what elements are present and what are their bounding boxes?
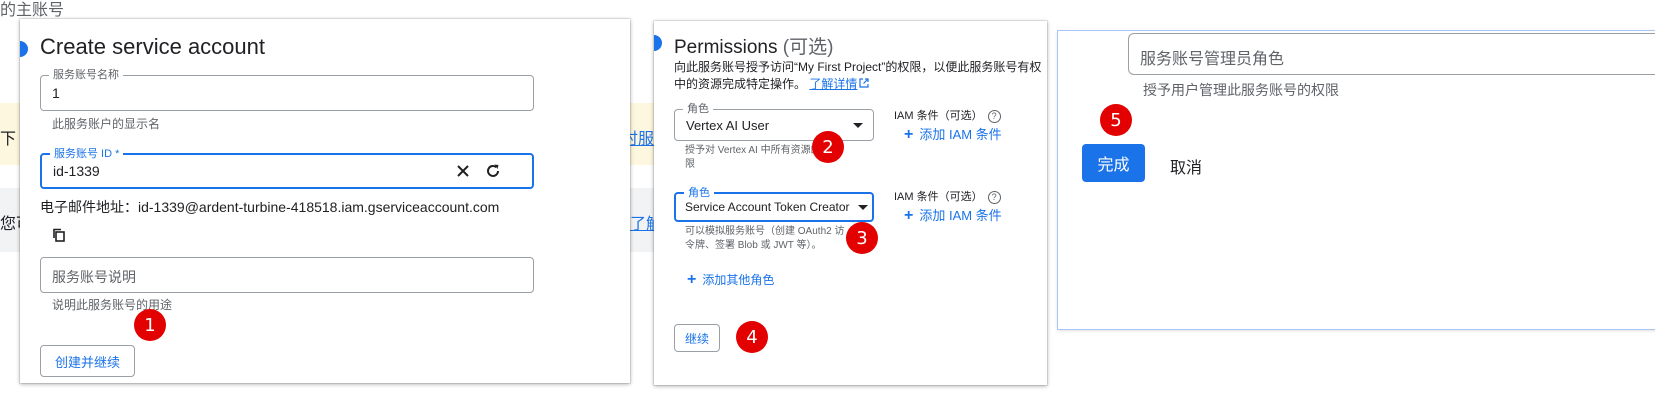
field-placeholder[interactable]: 服务账号管理员角色 [1140,45,1284,69]
email-address-line: 电子邮件地址：id-1339@ardent-turbine-418518.iam… [40,197,499,217]
field-value[interactable]: 1 [52,85,60,101]
continue-button[interactable]: 继续 [674,324,720,352]
description-line-2: 中的资源完成特定操作。 了解详情 [674,76,1047,93]
grant-user-access-panel: 服务账号管理员角色 授予用户管理此服务账号的权限 5 完成 取消 [1058,31,1655,329]
field-label: 服务账号名称 [49,68,123,82]
field-placeholder[interactable]: 服务账号说明 [52,267,136,287]
email-value: id-1339@ardent-turbine-418518.iam.gservi… [138,199,500,215]
background-page-title-fragment: 的主账号 [0,2,65,19]
chevron-down-icon[interactable] [858,205,868,210]
email-prefix: 电子邮件地址： [40,199,138,215]
external-link-icon [859,78,869,88]
description-line-1: 向此服务账号授予访问“My First Project”的权限，以便此服务账号有… [674,60,1042,74]
annotation-badge-4: 4 [736,321,768,353]
cancel-button[interactable]: 取消 [1170,154,1202,178]
create-service-account-panel: Create service account 服务账号名称 1 此服务账户的显示… [20,19,630,383]
annotation-badge-2: 2 [812,131,844,163]
iam-condition-label: IAM 条件（可选）? [894,188,1001,204]
learn-more-link[interactable]: 了解详情 [809,77,857,91]
help-icon[interactable]: ? [987,190,1001,204]
add-other-role-link[interactable]: + 添加其他角色 [687,271,774,289]
add-iam-condition-link-2[interactable]: + 添加 IAM 条件 [904,205,1002,225]
title-suffix: (可选) [782,37,834,58]
create-and-continue-button[interactable]: 创建并继续 [40,345,135,377]
service-account-description-field[interactable]: 服务账号说明 [40,257,534,293]
annotation-badge-5: 5 [1100,104,1132,136]
step-indicator [20,41,28,57]
panel-title: Permissions (可选) [674,32,833,59]
help-icon[interactable]: ? [987,109,1001,123]
role-helper-text: 可以模拟服务账号（创建 OAuth2 访 令牌、签署 Blob 或 JWT 等）… [685,226,845,251]
role-select-2[interactable]: 角色 Service Account Token Creator [674,186,874,222]
selected-role[interactable]: Vertex AI User [686,118,769,133]
iam-condition-label: IAM 条件（可选）? [894,107,1001,123]
field-helper-text: 此服务账户的显示名 [52,117,161,131]
copy-icon[interactable] [48,224,70,246]
field-label: 角色 [684,186,714,200]
background-text-fragment: 下 [0,131,17,148]
panel-title: Create service account [40,34,265,59]
annotation-badge-3: 3 [846,222,878,254]
selected-role[interactable]: Service Account Token Creator [685,200,850,214]
field-helper-text: 授予用户管理此服务账号的权限 [1143,82,1339,98]
service-account-admin-role-field[interactable]: 服务账号管理员角色 [1128,33,1655,75]
title-text: Permissions [674,37,778,58]
field-label: 角色 [683,102,713,116]
refresh-icon[interactable] [482,160,504,182]
done-button[interactable]: 完成 [1082,144,1145,182]
role-select-1[interactable]: 角色 Vertex AI User [674,102,874,141]
step-indicator [654,35,662,51]
service-account-name-field[interactable]: 服务账号名称 1 [40,68,534,111]
plus-icon: + [904,207,914,224]
add-iam-condition-link-1[interactable]: + 添加 IAM 条件 [904,124,1002,144]
clear-icon[interactable] [452,160,474,182]
field-value[interactable]: id-1339 [53,163,100,179]
plus-icon: + [687,271,697,288]
annotation-badge-1: 1 [134,309,166,341]
chevron-down-icon[interactable] [853,123,863,128]
permissions-description: 向此服务账号授予访问“My First Project”的权限，以便此服务账号有… [674,59,1047,93]
field-label: 服务账号 ID * [50,147,124,161]
plus-icon: + [904,126,914,143]
service-account-id-field[interactable]: 服务账号 ID * id-1339 [40,147,534,189]
permissions-panel: Permissions (可选) 向此服务账号授予访问“My First Pro… [654,21,1047,385]
role-helper-text: 授予对 Vertex AI 中所有资源的访 限 [685,145,831,170]
